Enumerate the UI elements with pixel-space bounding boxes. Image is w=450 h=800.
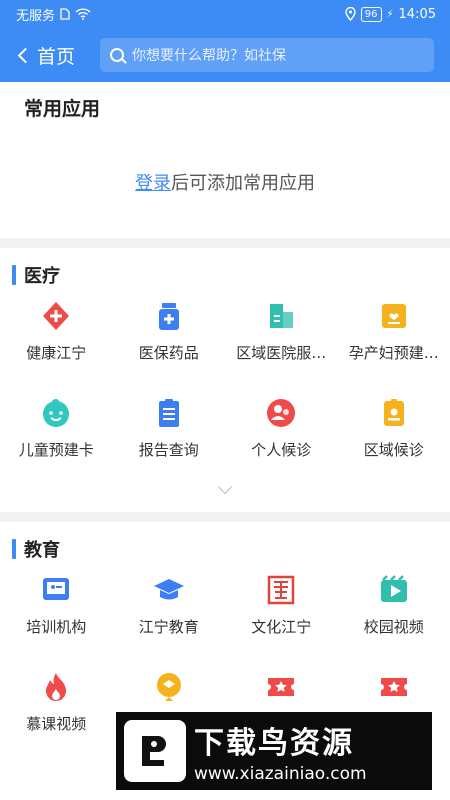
- location-icon: [345, 7, 356, 21]
- yellow-badge-icon: [153, 671, 185, 703]
- watermark-brand: 下载鸟资源: [194, 726, 354, 761]
- app-item-label: 区域候诊: [363, 441, 424, 459]
- ticket-star-icon: [265, 671, 297, 703]
- app-item-label: 医保药品: [138, 344, 199, 362]
- app-item[interactable]: 文化江宁: [225, 562, 338, 659]
- app-item-label: 个人候诊: [251, 441, 312, 459]
- section-marker: [12, 539, 16, 559]
- app-item[interactable]: 区域医院服…: [225, 288, 338, 385]
- app-item[interactable]: 个人候诊: [225, 385, 338, 482]
- app-item[interactable]: 慕课视频: [0, 659, 113, 756]
- medical-title-text: 医疗: [24, 266, 60, 287]
- back-button[interactable]: 首页: [17, 42, 100, 69]
- chevron-left-icon: [17, 47, 34, 64]
- training-board-icon: [40, 574, 72, 606]
- app-item[interactable]: 健康江宁: [0, 288, 113, 385]
- ticket-star-icon: [378, 671, 410, 703]
- login-hint: 登录后可添加常用应用: [24, 169, 426, 195]
- report-clipboard-icon: [153, 397, 185, 429]
- back-label: 首页: [37, 45, 76, 68]
- app-item[interactable]: 孕产妇预建…: [338, 288, 450, 385]
- id-badge-icon: [378, 397, 410, 429]
- nav-bar: 首页 你想要什么帮助？如社保: [0, 28, 450, 82]
- app-item-label: 区域医院服…: [236, 344, 327, 362]
- education-title: 教育: [0, 536, 450, 562]
- search-placeholder: 你想要什么帮助？如社保: [132, 48, 286, 64]
- watermark-banner: 下载鸟资源 www.xiazainiao.com: [116, 712, 432, 790]
- carrier-text: 无服务: [16, 8, 56, 24]
- sim-icon: [60, 8, 70, 20]
- video-play-icon: [378, 574, 410, 606]
- bird-logo-icon: [124, 720, 186, 782]
- medical-section: 医疗 健康江宁 医保药品 区域医院服… 孕产妇预建… 儿童预建卡 报告查询 个人候诊 区域候诊: [0, 248, 450, 512]
- app-item-label: 校园视频: [363, 618, 424, 636]
- section-marker: [12, 265, 16, 285]
- app-item[interactable]: 江宁教育: [113, 562, 226, 659]
- app-item[interactable]: 校园视频: [338, 562, 450, 659]
- education-title-text: 教育: [24, 540, 60, 561]
- common-apps-title: 常用应用: [24, 98, 101, 120]
- medical-title: 医疗: [0, 262, 450, 288]
- app-item[interactable]: 医保药品: [113, 288, 226, 385]
- chevron-down-icon: [217, 479, 233, 495]
- graduation-cap-icon: [153, 574, 185, 606]
- app-item-label: 慕课视频: [26, 715, 87, 733]
- app-item-label: 儿童预建卡: [18, 441, 94, 459]
- common-apps-section: 常用应用 登录后可添加常用应用: [0, 82, 450, 238]
- culture-seal-icon: [265, 574, 297, 606]
- clock-text: 14:05: [398, 6, 436, 22]
- expand-button[interactable]: [0, 479, 450, 512]
- login-hint-text: 后可添加常用应用: [171, 173, 315, 194]
- medicine-bottle-icon: [153, 300, 185, 332]
- battery-icon: 96: [360, 6, 382, 22]
- app-item[interactable]: 报告查询: [113, 385, 226, 482]
- child-face-icon: [40, 397, 72, 429]
- app-item-label: 江宁教育: [138, 618, 199, 636]
- app-item-label: 培训机构: [26, 618, 87, 636]
- hospital-building-icon: [265, 300, 297, 332]
- charging-icon: ⚡: [386, 8, 394, 20]
- app-item-label: 健康江宁: [26, 344, 87, 362]
- maternity-card-icon: [378, 300, 410, 332]
- app-item-label: 文化江宁: [251, 618, 312, 636]
- medical-grid: 健康江宁 医保药品 区域医院服… 孕产妇预建… 儿童预建卡 报告查询 个人候诊 区域候诊: [0, 288, 450, 482]
- search-icon: [110, 48, 124, 62]
- wifi-icon: [75, 8, 91, 20]
- login-link[interactable]: 登录: [135, 173, 171, 194]
- status-bar: 无服务 96 ⚡ 14:05: [0, 0, 450, 28]
- health-cross-icon: [40, 300, 72, 332]
- watermark-url: www.xiazainiao.com: [194, 764, 367, 784]
- app-item-label: 报告查询: [138, 441, 199, 459]
- app-item[interactable]: 培训机构: [0, 562, 113, 659]
- search-input[interactable]: 你想要什么帮助？如社保: [100, 38, 434, 72]
- app-item-label: 孕产妇预建…: [348, 344, 439, 362]
- flame-icon: [40, 671, 72, 703]
- app-item[interactable]: 儿童预建卡: [0, 385, 113, 482]
- app-item[interactable]: 区域候诊: [338, 385, 450, 482]
- person-wait-icon: [265, 397, 297, 429]
